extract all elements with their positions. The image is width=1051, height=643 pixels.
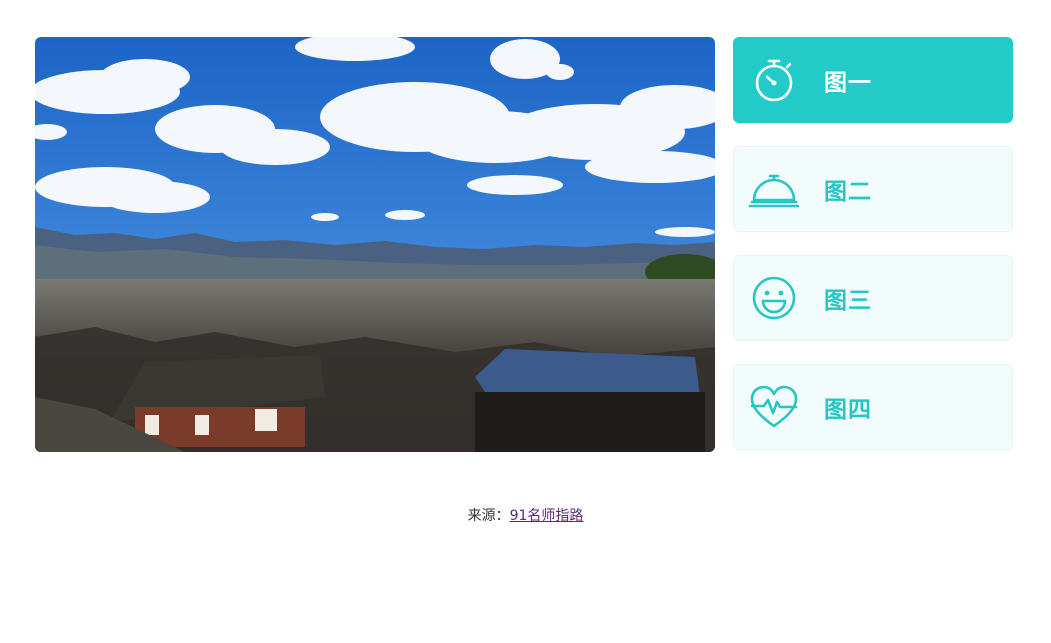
tab-label: 图四: [824, 397, 872, 423]
tab-label: 图三: [824, 288, 872, 314]
stopwatch-icon: [734, 37, 814, 123]
page-container: 图一 图二 图三 图四 来源：91名师指路: [0, 0, 1051, 643]
landscape-photo: [35, 37, 715, 452]
tab-image-4[interactable]: 图四: [733, 364, 1013, 450]
main-image: [35, 37, 715, 452]
tab-image-2[interactable]: 图二: [733, 146, 1013, 232]
tab-label: 图二: [824, 179, 872, 205]
tab-label: 图一: [824, 70, 872, 96]
heart-pulse-icon: [734, 364, 814, 450]
tab-image-3[interactable]: 图三: [733, 255, 1013, 341]
smiley-face-icon: [734, 255, 814, 341]
source-credit: 来源：91名师指路: [0, 505, 1051, 525]
source-link[interactable]: 91名师指路: [510, 508, 584, 524]
service-bell-icon: [734, 146, 814, 232]
source-prefix: 来源：: [467, 508, 510, 524]
tab-image-1[interactable]: 图一: [733, 37, 1013, 123]
